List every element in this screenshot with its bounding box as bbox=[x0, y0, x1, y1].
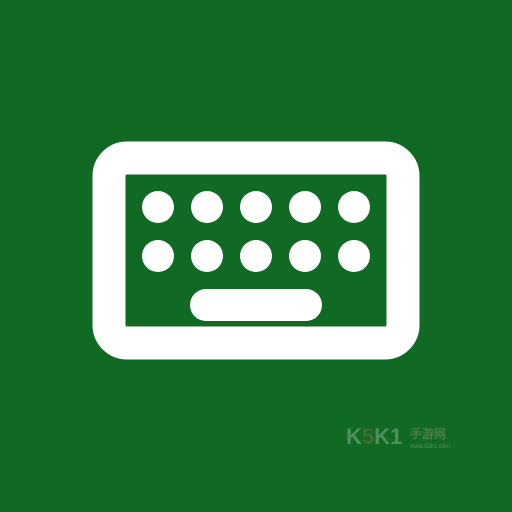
key bbox=[142, 191, 174, 223]
key bbox=[289, 240, 321, 272]
key bbox=[191, 240, 223, 272]
keyboard-keys-row-1 bbox=[142, 191, 370, 223]
watermark-site-name: 手游网 bbox=[410, 427, 447, 441]
keyboard-keys-row-2 bbox=[142, 240, 370, 272]
key bbox=[338, 191, 370, 223]
watermark-logo-text: K5K1 bbox=[346, 424, 403, 449]
watermark-url: www.k5k1.com bbox=[410, 444, 451, 450]
key bbox=[338, 240, 370, 272]
key bbox=[240, 240, 272, 272]
key bbox=[289, 191, 321, 223]
spacebar-key bbox=[190, 289, 322, 321]
key bbox=[142, 240, 174, 272]
key bbox=[240, 191, 272, 223]
watermark: K5K1 手游网 www.k5k1.com bbox=[346, 423, 466, 459]
keyboard-app-icon[interactable]: K5K1 手游网 www.k5k1.com bbox=[0, 0, 512, 512]
key bbox=[191, 191, 223, 223]
